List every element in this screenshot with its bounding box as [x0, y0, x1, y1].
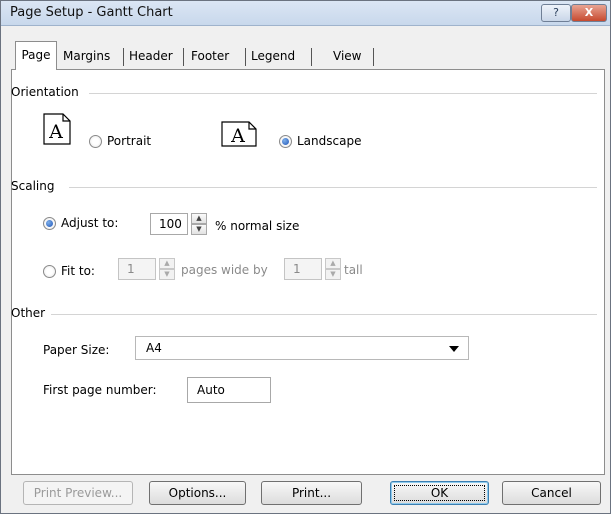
normal-size-label: % normal size: [215, 219, 300, 233]
adjust-percent-spinner[interactable]: ▲ ▼: [191, 213, 207, 235]
fit-to-radio[interactable]: [43, 265, 56, 278]
pages-wide-spinner[interactable]: ▲ ▼: [159, 258, 175, 280]
spin-down-icon[interactable]: ▼: [191, 224, 207, 235]
spin-up-icon[interactable]: ▲: [191, 213, 207, 224]
pages-wide-label: pages wide by: [181, 263, 268, 277]
tab-separator: [245, 48, 246, 66]
paper-size-label: Paper Size:: [43, 343, 110, 357]
landscape-radio[interactable]: [279, 135, 292, 148]
dropdown-arrow-icon[interactable]: [449, 346, 459, 352]
section-divider: [89, 93, 597, 94]
tab-separator: [123, 48, 124, 66]
orientation-section-label: Orientation: [11, 85, 79, 99]
tab-separator: [373, 48, 374, 66]
tab-page[interactable]: Page: [15, 41, 57, 70]
tab-legend[interactable]: Legend: [251, 45, 295, 69]
print-button[interactable]: Print...: [261, 481, 362, 505]
adjust-to-label[interactable]: Adjust to:: [61, 216, 118, 230]
landscape-page-icon: A: [221, 121, 257, 147]
pages-tall-spinner[interactable]: ▲ ▼: [325, 258, 341, 280]
section-divider: [51, 314, 597, 315]
fit-to-label[interactable]: Fit to:: [61, 264, 95, 278]
options-button[interactable]: Options...: [149, 481, 246, 505]
landscape-icon-letter: A: [230, 125, 245, 147]
paper-size-select[interactable]: A4: [135, 336, 469, 360]
ok-button[interactable]: OK: [390, 481, 489, 505]
help-button[interactable]: ?: [541, 4, 571, 22]
section-divider: [69, 187, 597, 188]
tab-footer[interactable]: Footer: [191, 45, 229, 69]
tab-separator: [183, 48, 184, 66]
portrait-label[interactable]: Portrait: [107, 134, 151, 148]
cancel-button[interactable]: Cancel: [502, 481, 601, 505]
portrait-radio[interactable]: [89, 135, 102, 148]
page-setup-dialog: Page Setup - Gantt Chart ? X Page Margin…: [0, 0, 611, 514]
portrait-page-icon: A: [43, 113, 71, 145]
first-page-number-input[interactable]: Auto: [187, 377, 271, 403]
other-section-label: Other: [11, 306, 46, 320]
pages-tall-input[interactable]: 1: [284, 258, 322, 280]
print-preview-button[interactable]: Print Preview...: [23, 481, 133, 505]
window-title: Page Setup - Gantt Chart: [10, 5, 173, 20]
tab-margins[interactable]: Margins: [63, 45, 110, 69]
spin-down-icon[interactable]: ▼: [159, 269, 175, 280]
first-page-number-label: First page number:: [43, 383, 157, 397]
title-bar[interactable]: Page Setup - Gantt Chart ? X: [1, 1, 610, 26]
spin-up-icon[interactable]: ▲: [159, 258, 175, 269]
landscape-label[interactable]: Landscape: [297, 134, 361, 148]
paper-size-value: A4: [146, 341, 162, 355]
tab-header[interactable]: Header: [129, 45, 173, 69]
adjust-to-radio[interactable]: [43, 217, 56, 230]
scaling-section-label: Scaling: [11, 179, 55, 193]
close-button[interactable]: X: [571, 4, 607, 22]
spin-down-icon[interactable]: ▼: [325, 269, 341, 280]
tab-separator: [311, 48, 312, 66]
spin-up-icon[interactable]: ▲: [325, 258, 341, 269]
tab-view[interactable]: View: [333, 45, 361, 69]
pages-wide-input[interactable]: 1: [118, 258, 156, 280]
portrait-icon-letter: A: [48, 121, 63, 143]
tall-label: tall: [344, 263, 363, 277]
adjust-percent-input[interactable]: 100: [150, 213, 188, 235]
